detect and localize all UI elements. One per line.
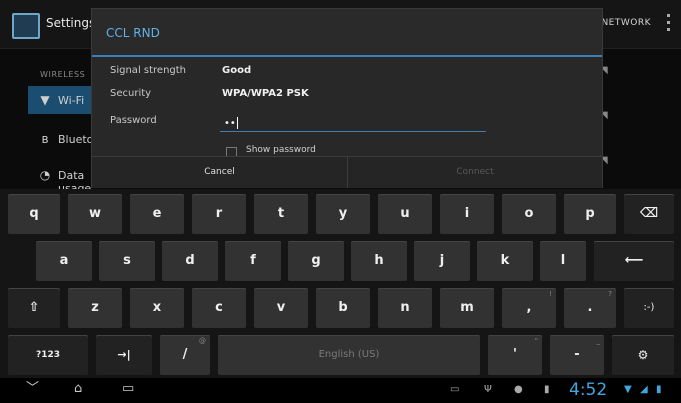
key-apostrophe-alt: ": [534, 337, 538, 345]
key-j[interactable]: j: [414, 241, 470, 281]
settings-list: WIRELESS ▼ Wi-Fi ʙ Bluetooth ◔ Data usag…: [0, 48, 112, 195]
signal-status-icon: ◢: [640, 384, 648, 395]
sd-card-icon: ▮: [544, 384, 550, 395]
key-period-label: .: [587, 300, 593, 315]
section-header-wireless: WIRELESS: [40, 70, 86, 79]
symbols-key[interactable]: ?123: [8, 335, 88, 375]
key-i[interactable]: i: [440, 194, 494, 234]
connect-button[interactable]: Connect: [348, 157, 602, 188]
key-l[interactable]: l: [540, 241, 586, 281]
keyboard-settings-key[interactable]: ⚙: [612, 335, 674, 375]
key-dash[interactable]: - _: [550, 335, 604, 375]
battery-icon: ▮: [656, 384, 662, 395]
key-p[interactable]: p: [564, 194, 616, 234]
key-g[interactable]: g: [288, 241, 344, 281]
key-z[interactable]: z: [68, 288, 122, 328]
shift-icon: ⇧: [28, 300, 40, 315]
key-slash-alt: @: [199, 337, 206, 345]
data-usage-icon: ◔: [39, 168, 51, 182]
password-input[interactable]: ••: [220, 117, 486, 132]
sidebar-item-data-usage[interactable]: ◔ Data usage: [28, 164, 98, 195]
key-w[interactable]: w: [68, 194, 122, 234]
app-title: Settings: [46, 16, 96, 30]
key-e[interactable]: e: [130, 194, 184, 234]
backspace-icon: ⌫: [639, 206, 659, 221]
key-period[interactable]: .?: [564, 288, 616, 328]
soft-keyboard: q w e r t y u i o p ⌫ a s d f g h j k l …: [0, 189, 681, 378]
text-cursor: [236, 117, 238, 129]
show-password-label: Show password: [246, 145, 316, 155]
signal-strength-label: Signal strength: [110, 65, 187, 76]
key-u[interactable]: u: [378, 194, 432, 234]
sidebar-item-wifi[interactable]: ▼ Wi-Fi: [28, 86, 98, 114]
shift-key[interactable]: ⇧: [8, 288, 60, 328]
key-y[interactable]: y: [316, 194, 370, 234]
bluetooth-icon: ʙ: [41, 132, 49, 146]
key-k[interactable]: k: [477, 241, 533, 281]
settings-app-icon[interactable]: [12, 13, 40, 39]
key-r[interactable]: r: [192, 194, 246, 234]
key-f[interactable]: f: [225, 241, 281, 281]
overflow-menu-icon[interactable]: [667, 14, 671, 34]
system-navigation-bar: ﹀ ⌂ ▭ ▭ Ψ ● ▮ 4:52 ▼ ◢ ▮: [0, 378, 681, 403]
key-apostrophe[interactable]: ' ": [488, 335, 542, 375]
signal-strength-value: Good: [222, 65, 252, 76]
tab-key[interactable]: →|: [96, 335, 152, 375]
key-x[interactable]: x: [130, 288, 184, 328]
key-t[interactable]: t: [254, 194, 308, 234]
wifi-connect-dialog: CCL RND Signal strength Good Security WP…: [92, 9, 602, 188]
key-h[interactable]: h: [351, 241, 407, 281]
dialog-header: CCL RND: [92, 9, 602, 57]
key-q[interactable]: q: [8, 194, 60, 234]
usb-icon: Ψ: [484, 384, 492, 395]
enter-icon: ⟵: [624, 253, 644, 268]
android-debug-icon: ●: [514, 384, 523, 395]
cancel-button[interactable]: Cancel: [92, 157, 348, 188]
enter-key[interactable]: ⟵: [594, 241, 674, 281]
key-period-alt: ?: [608, 290, 612, 298]
key-dash-alt: _: [596, 337, 601, 345]
password-value: ••: [224, 118, 236, 129]
key-dash-label: -: [574, 347, 580, 362]
wifi-status-icon: ▼: [624, 384, 632, 395]
key-comma-label: ,: [526, 300, 532, 315]
key-b[interactable]: b: [316, 288, 370, 328]
key-comma-alt: !: [549, 290, 552, 298]
key-m[interactable]: m: [440, 288, 494, 328]
sidebar-item-bluetooth[interactable]: ʙ Bluetooth: [28, 128, 112, 152]
key-v[interactable]: v: [254, 288, 308, 328]
dialog-title: CCL RND: [106, 26, 160, 40]
keyboard-notification-icon: ▭: [450, 384, 460, 395]
security-label: Security: [110, 88, 152, 99]
security-value: WPA/WPA2 PSK: [222, 88, 309, 99]
space-key[interactable]: English (US): [218, 335, 480, 375]
key-o[interactable]: o: [502, 194, 556, 234]
key-slash[interactable]: / @: [160, 335, 210, 375]
smiley-key[interactable]: :-): [624, 288, 674, 328]
back-icon[interactable]: ﹀: [26, 382, 39, 396]
key-n[interactable]: n: [378, 288, 432, 328]
network-signal-indicators: ◥ ◥ ◥: [600, 65, 620, 185]
dialog-button-bar: Cancel Connect: [92, 156, 602, 188]
wifi-icon: ▼: [40, 93, 50, 107]
password-label: Password: [110, 115, 157, 126]
status-clock: 4:52: [569, 380, 608, 400]
backspace-key[interactable]: ⌫: [624, 194, 674, 234]
sidebar-item-label: Wi-Fi: [58, 94, 85, 107]
key-d[interactable]: d: [162, 241, 218, 281]
key-s[interactable]: s: [99, 241, 155, 281]
key-comma[interactable]: ,!: [502, 288, 556, 328]
home-icon[interactable]: ⌂: [74, 382, 82, 396]
key-a[interactable]: a: [36, 241, 92, 281]
recent-apps-icon[interactable]: ▭: [122, 382, 134, 396]
key-apostrophe-label: ': [513, 347, 517, 362]
key-c[interactable]: c: [192, 288, 246, 328]
key-slash-label: /: [182, 347, 188, 362]
